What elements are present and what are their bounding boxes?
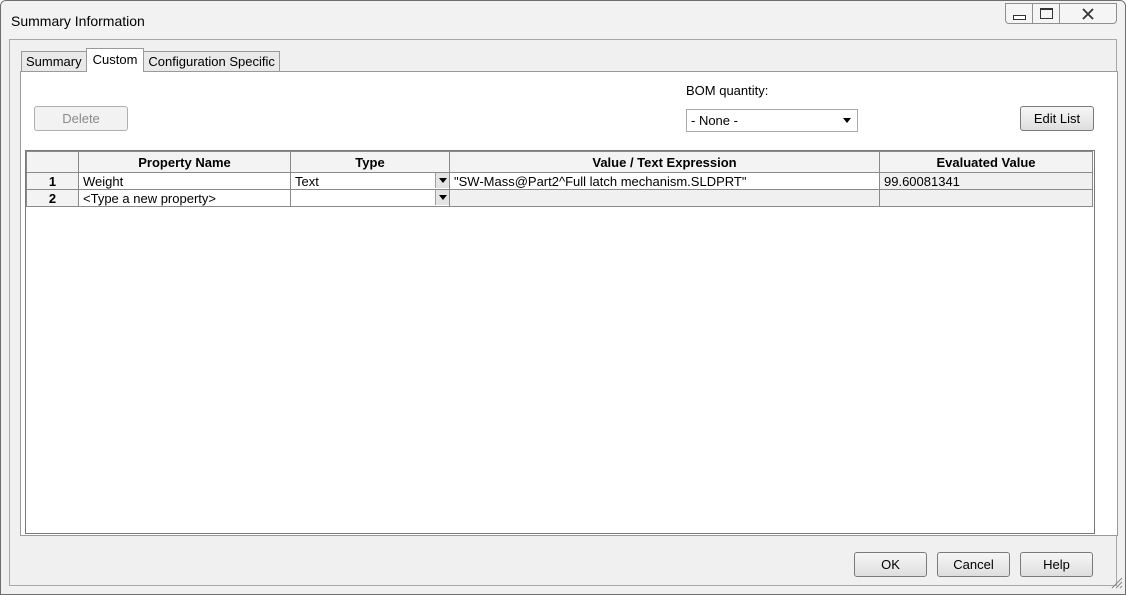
close-button[interactable] <box>1059 3 1117 24</box>
minimize-button[interactable] <box>1005 3 1032 24</box>
column-header-property-name: Property Name <box>78 151 291 173</box>
bom-quantity-label: BOM quantity: <box>686 83 769 98</box>
resize-grip-icon[interactable] <box>1109 575 1123 592</box>
tab-configuration-specific[interactable]: Configuration Specific <box>143 51 280 72</box>
bom-quantity-value: - None - <box>691 113 738 128</box>
custom-properties-panel: Delete BOM quantity: - None - Edit List … <box>20 71 1118 536</box>
chevron-down-icon <box>843 118 851 123</box>
column-header-evaluated-value: Evaluated Value <box>879 151 1093 173</box>
edit-list-button[interactable]: Edit List <box>1020 106 1094 131</box>
dialog-body: Summary Custom Configuration Specific De… <box>9 39 1118 586</box>
close-icon <box>1081 7 1095 20</box>
new-property-name-cell[interactable]: <Type a new property> <box>78 189 291 207</box>
property-name-cell[interactable]: Weight <box>78 172 291 190</box>
type-dropdown-button[interactable] <box>435 173 449 188</box>
bom-quantity-select[interactable]: - None - <box>686 109 858 132</box>
tab-summary[interactable]: Summary <box>21 51 87 72</box>
type-value: Text <box>295 173 319 189</box>
column-header-rownum <box>26 151 79 173</box>
maximize-icon <box>1039 8 1053 19</box>
delete-button[interactable]: Delete <box>34 106 128 131</box>
value-expression-cell[interactable] <box>449 189 880 207</box>
value-expression-cell[interactable]: "SW-Mass@Part2^Full latch mechanism.SLDP… <box>449 172 880 190</box>
cancel-button[interactable]: Cancel <box>937 552 1010 577</box>
column-header-value: Value / Text Expression <box>449 151 880 173</box>
grid-header-row: Property Name Type Value / Text Expressi… <box>26 151 1093 173</box>
type-cell[interactable]: Text <box>290 172 450 190</box>
column-header-type: Type <box>290 151 450 173</box>
tab-strip: Summary Custom Configuration Specific <box>21 48 280 72</box>
help-button[interactable]: Help <box>1020 552 1093 577</box>
ok-button[interactable]: OK <box>854 552 927 577</box>
summary-information-dialog: Summary Information Summary Custom Confi… <box>0 0 1126 595</box>
evaluated-value-cell <box>879 189 1093 207</box>
window-controls <box>1005 3 1117 25</box>
title-bar: Summary Information <box>1 1 1125 39</box>
tab-custom[interactable]: Custom <box>85 48 145 72</box>
table-row: 1 Weight Text "SW-Mass@Part2^Full latch … <box>26 172 1093 190</box>
maximize-button[interactable] <box>1032 3 1059 24</box>
properties-grid: Property Name Type Value / Text Expressi… <box>25 150 1095 534</box>
evaluated-value-cell: 99.60081341 <box>879 172 1093 190</box>
minimize-icon <box>1012 15 1026 20</box>
window-title: Summary Information <box>11 13 145 29</box>
table-row: 2 <Type a new property> <box>26 189 1093 207</box>
type-dropdown-button[interactable] <box>435 190 449 205</box>
row-number[interactable]: 2 <box>26 189 79 207</box>
row-number[interactable]: 1 <box>26 172 79 190</box>
type-cell[interactable] <box>290 189 450 207</box>
